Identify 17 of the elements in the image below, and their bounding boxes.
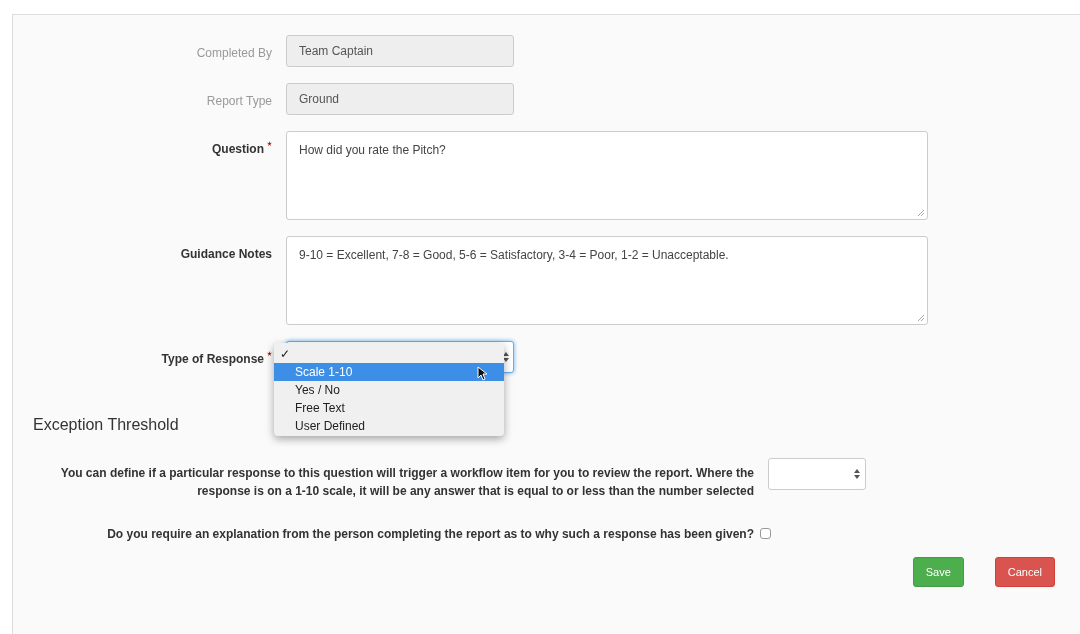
explanation-question: Do you require an explanation from the person completing the report as to why such a response has been given? — [106, 526, 754, 543]
dropdown-option[interactable]: Free Text — [274, 399, 504, 417]
field-label: Report Type — [206, 93, 272, 110]
text-area[interactable]: How did you rate the Pitch? — [286, 131, 928, 220]
threshold-description: You can define if a particular response to this question will trigger a workflow item for you to review the report. Where the response is on a 1-10 scale, it will be any answer that is equal to or less than the number selected — [59, 465, 754, 500]
dropdown-option[interactable]: User Defined — [274, 417, 504, 435]
dropdown-option[interactable]: Yes / No — [274, 381, 504, 399]
field-label: Type of Response — [161, 351, 264, 368]
check-mark-icon: ✓ — [280, 344, 290, 363]
section-heading: Exception Threshold — [33, 415, 179, 435]
field-label: Question — [212, 141, 264, 158]
field-label: Guidance Notes — [180, 246, 272, 263]
input-field[interactable]: Ground — [286, 83, 514, 115]
input-field[interactable]: Team Captain — [286, 35, 514, 67]
cancel-button[interactable]: Cancel — [994, 557, 1055, 587]
text-area[interactable]: 9-10 = Excellent, 7-8 = Good, 5-6 = Satisfactory, 3-4 = Poor, 1-2 = Unacceptable. — [286, 236, 928, 325]
field-label: Completed By — [196, 45, 272, 62]
